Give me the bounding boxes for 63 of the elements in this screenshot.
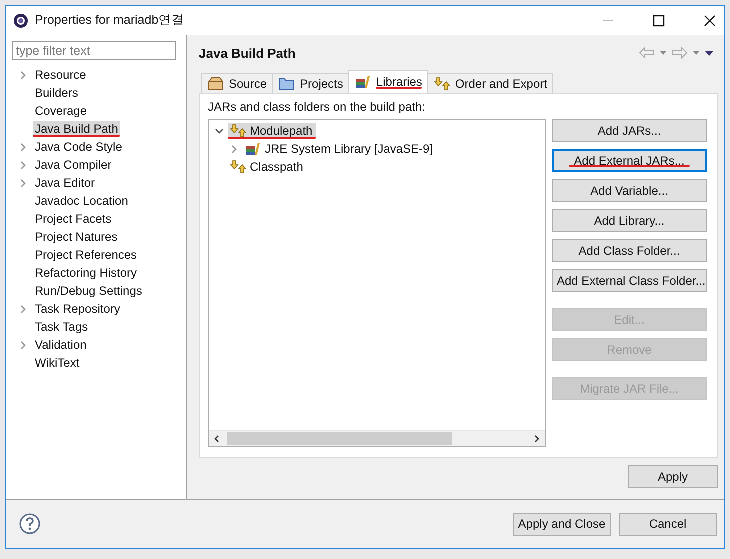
sidebar-item[interactable]: Project Natures — [33, 229, 120, 245]
tab[interactable]: Projects — [272, 73, 350, 93]
sidebar-item[interactable]: Resource — [33, 67, 88, 83]
scroll-left-icon[interactable] — [213, 434, 221, 442]
sidebar-item[interactable]: Java Editor — [33, 175, 98, 191]
sidebar-item[interactable]: WikiText — [33, 355, 82, 371]
tree-item[interactable]: Classpath — [228, 159, 306, 175]
sidebar-item[interactable]: Project References — [33, 247, 140, 263]
filter-field[interactable]: type filter text — [12, 41, 176, 60]
page-title: Java Build Path — [199, 46, 296, 60]
action-button[interactable]: Add Class Folder... — [552, 239, 707, 262]
tab[interactable]: Source — [201, 73, 274, 93]
up-down-arrows-icon — [434, 76, 450, 90]
sidebar-item[interactable]: Project Facets — [33, 211, 114, 227]
tree-view[interactable]: Modulepath JRE System Library [JavaSE-9] Classpath — [208, 119, 546, 447]
books-icon — [355, 75, 372, 89]
caret-icon[interactable] — [693, 51, 700, 55]
tree-item[interactable]: Modulepath — [228, 123, 316, 139]
tab[interactable]: Order and Export — [427, 73, 554, 93]
sidebar-item[interactable]: Validation — [33, 337, 89, 353]
underline-mark — [376, 87, 422, 89]
action-button[interactable]: Add External Class Folder... — [552, 269, 707, 292]
chevron-right-icon[interactable] — [19, 340, 28, 350]
folder-icon — [279, 76, 296, 90]
sidebar-item[interactable]: Task Repository — [33, 301, 122, 317]
horizontal-scrollbar[interactable] — [209, 430, 545, 446]
app-icon — [13, 12, 29, 28]
chevron-down-icon[interactable] — [215, 126, 224, 136]
action-button[interactable]: Add JARs... — [552, 119, 707, 142]
sidebar-item[interactable]: Javadoc Location — [33, 193, 130, 209]
close-icon[interactable] — [704, 14, 716, 26]
dialog-button[interactable]: Cancel — [619, 512, 717, 536]
menu-icon[interactable] — [705, 50, 714, 56]
maximize-icon[interactable] — [653, 14, 665, 26]
action-button[interactable]: Add Variable... — [552, 179, 707, 202]
up-down-arrows-icon — [230, 160, 246, 174]
sidebar-item[interactable]: Run/Debug Settings — [33, 283, 144, 299]
tab[interactable]: Libraries — [348, 70, 428, 93]
tree-item[interactable]: JRE System Library [JavaSE-9] — [243, 141, 436, 157]
scroll-right-icon[interactable] — [533, 434, 541, 442]
up-down-arrows-icon — [230, 124, 246, 138]
description-label: JARs and class folders on the build path: — [208, 100, 426, 114]
apply-button[interactable]: Apply — [628, 465, 718, 488]
chevron-right-icon[interactable] — [19, 70, 28, 80]
books-icon — [245, 142, 261, 156]
sidebar-item[interactable]: Task Tags — [33, 319, 90, 335]
action-button[interactable]: Add Library... — [552, 209, 707, 232]
sidebar-item[interactable]: Builders — [33, 85, 80, 101]
forward-arrow-icon[interactable] — [672, 47, 688, 59]
sidebar-item[interactable]: Coverage — [33, 103, 90, 119]
caret-icon[interactable] — [660, 51, 667, 55]
window-title: Properties for mariadb연결 — [35, 12, 185, 29]
chevron-right-icon[interactable] — [230, 144, 239, 154]
sidebar-item[interactable]: Java Code Style — [33, 139, 124, 155]
action-button[interactable]: Add External JARs... — [552, 149, 707, 172]
back-arrow-icon[interactable] — [639, 47, 655, 59]
sidebar-item[interactable]: Refactoring History — [33, 265, 140, 281]
dialog-button[interactable]: Apply and Close — [513, 512, 611, 536]
package-icon — [208, 76, 224, 90]
sidebar-item[interactable]: Java Build Path — [33, 121, 120, 137]
chevron-right-icon[interactable] — [19, 304, 28, 314]
sidebar-item[interactable]: Java Compiler — [33, 157, 114, 173]
help-icon[interactable] — [19, 513, 41, 535]
